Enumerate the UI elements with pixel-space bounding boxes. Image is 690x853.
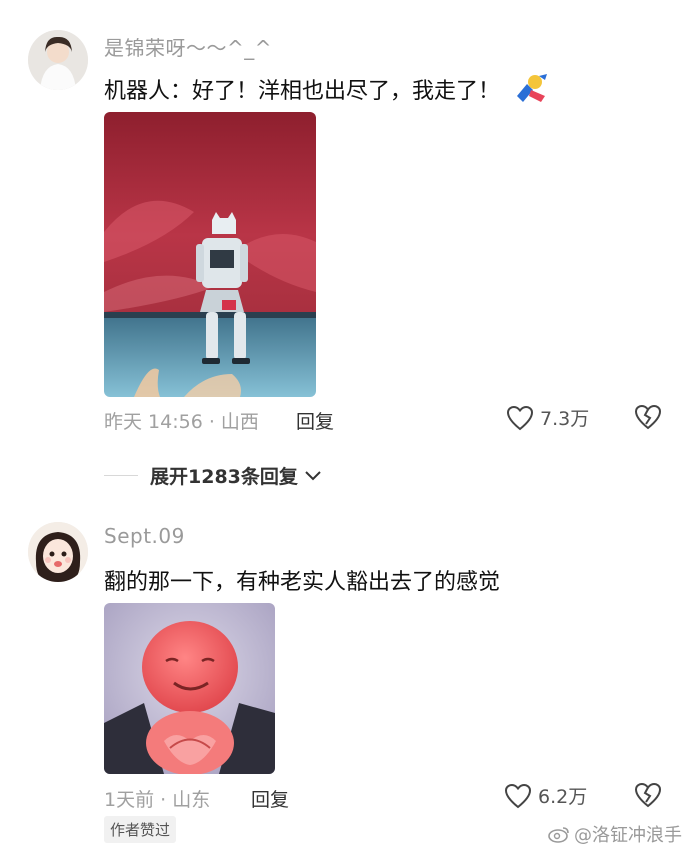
comment-text: 翻的那一下，有种老实人豁出去了的感觉 xyxy=(104,570,501,595)
like-button[interactable]: 6.2万 xyxy=(504,782,587,809)
watermark: @洛钲冲浪手 xyxy=(548,821,682,847)
time-location: 1天前 · 山东 xyxy=(104,789,211,811)
user-avatar-icon xyxy=(28,522,88,582)
red-face-meme xyxy=(104,603,275,774)
reply-button[interactable]: 回复 xyxy=(251,785,289,812)
broken-heart-icon xyxy=(634,782,662,808)
weibo-logo-icon xyxy=(548,827,569,843)
like-count: 6.2万 xyxy=(538,786,588,808)
author-liked-badge: 作者赞过 xyxy=(104,816,177,843)
heart-icon xyxy=(504,783,532,808)
comment-sticker[interactable] xyxy=(104,603,275,774)
dislike-button[interactable] xyxy=(634,782,662,812)
avatar[interactable] xyxy=(28,522,88,582)
watermark-text: @洛钲冲浪手 xyxy=(574,825,682,846)
username[interactable]: Sept.09 xyxy=(104,524,185,548)
comment-2: Sept.09 翻的那一下，有种老实人豁出去了的感觉 1天前 · 山东 回复 6… xyxy=(0,0,690,853)
